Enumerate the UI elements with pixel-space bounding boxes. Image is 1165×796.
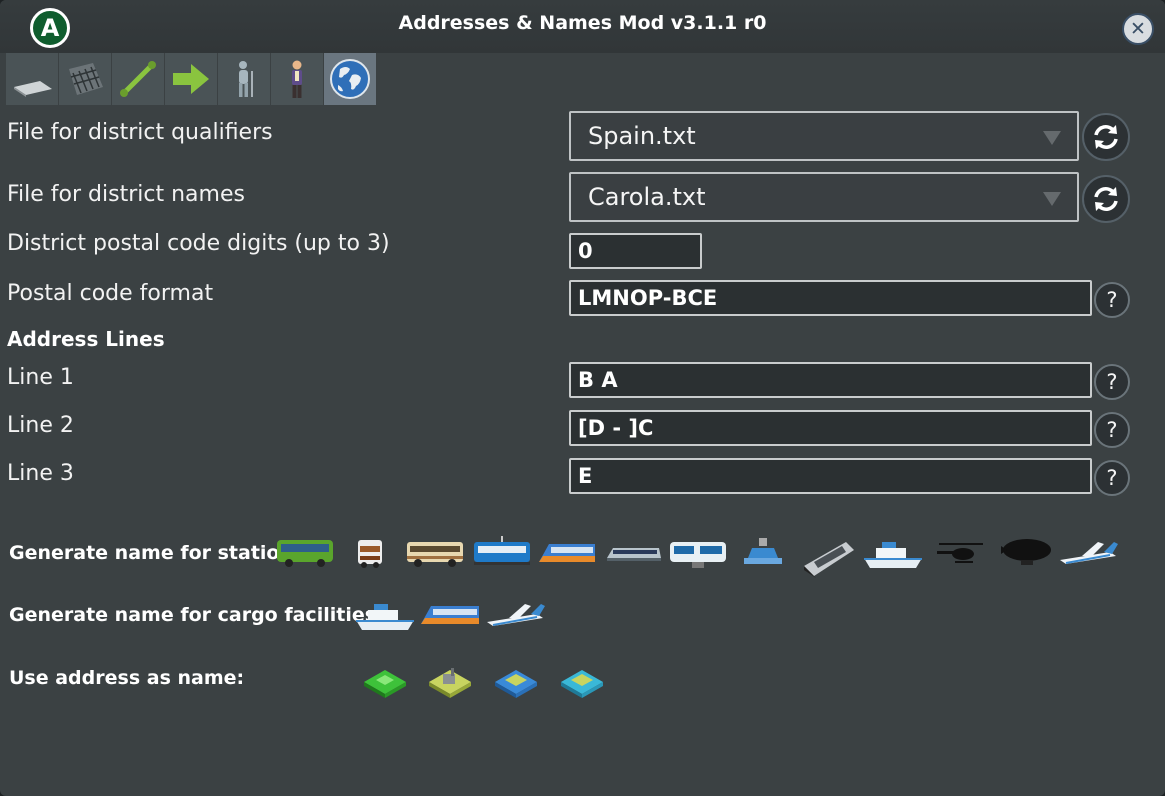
mod-options-window: A Addresses & Names Mod v3.1.1 r0 ✕ File… bbox=[0, 0, 1165, 796]
monorail-icon[interactable] bbox=[668, 536, 728, 570]
address-lines-title: Address Lines bbox=[7, 327, 165, 351]
line-3-help-button[interactable]: ? bbox=[1094, 460, 1130, 496]
chevron-down-icon bbox=[1043, 192, 1061, 206]
citizen-tab-icon bbox=[239, 61, 253, 97]
refresh-names-button[interactable] bbox=[1082, 175, 1130, 223]
blimp-icon[interactable] bbox=[997, 536, 1055, 570]
district-names-dropdown[interactable]: Carola.txt bbox=[569, 172, 1079, 222]
postal-digits-label: District postal code digits (up to 3) bbox=[7, 231, 390, 256]
line-2-input[interactable]: [D - ]C bbox=[569, 410, 1092, 446]
cargo-icon-row bbox=[0, 598, 1165, 638]
ferry-icon[interactable] bbox=[800, 536, 856, 580]
tab-globe[interactable] bbox=[324, 53, 376, 105]
trolleybus-icon[interactable] bbox=[352, 536, 388, 570]
cargo-train-icon[interactable] bbox=[419, 598, 481, 632]
tab-arrows[interactable] bbox=[165, 53, 217, 105]
residential-zone-icon[interactable] bbox=[360, 662, 410, 702]
cargo-ship-icon[interactable] bbox=[354, 598, 416, 632]
segment-tab-icon bbox=[120, 61, 156, 97]
line-1-label: Line 1 bbox=[7, 365, 74, 390]
industrial-zone-icon[interactable] bbox=[425, 662, 475, 702]
postal-format-label: Postal code format bbox=[7, 281, 214, 306]
building-tab-icon bbox=[69, 63, 103, 95]
intercity-bus-icon[interactable] bbox=[405, 536, 465, 570]
line-1-input[interactable]: B A bbox=[569, 362, 1092, 398]
train-icon[interactable] bbox=[537, 536, 597, 570]
commercial-zone-icon[interactable] bbox=[491, 662, 541, 702]
cable-car-icon[interactable] bbox=[740, 536, 786, 570]
line-2-help-button[interactable]: ? bbox=[1094, 412, 1130, 448]
tab-buildings[interactable] bbox=[59, 53, 111, 105]
refresh-icon bbox=[1094, 187, 1118, 211]
help-icon: ? bbox=[1106, 288, 1118, 312]
district-qualifiers-value: Spain.txt bbox=[588, 122, 696, 150]
tab-strip bbox=[6, 53, 376, 105]
tab-citizens[interactable] bbox=[218, 53, 270, 105]
help-icon: ? bbox=[1106, 418, 1118, 442]
tram-icon[interactable] bbox=[472, 536, 532, 570]
stations-icon-row bbox=[0, 536, 1165, 578]
line-1-help-button[interactable]: ? bbox=[1094, 364, 1130, 400]
postal-format-help-button[interactable]: ? bbox=[1094, 282, 1130, 318]
line-3-input[interactable]: E bbox=[569, 458, 1092, 494]
tab-segments[interactable] bbox=[112, 53, 164, 105]
globe-tab-icon bbox=[330, 59, 370, 99]
window-title: Addresses & Names Mod v3.1.1 r0 bbox=[398, 12, 767, 34]
road-tab-icon bbox=[14, 81, 52, 97]
close-button[interactable]: ✕ bbox=[1122, 13, 1154, 45]
postal-digits-input[interactable]: 0 bbox=[569, 233, 702, 269]
arrow-tab-icon bbox=[173, 64, 209, 94]
ship-icon[interactable] bbox=[862, 536, 924, 570]
chevron-down-icon bbox=[1043, 131, 1061, 145]
bus-icon[interactable] bbox=[275, 536, 335, 570]
helicopter-icon[interactable] bbox=[933, 536, 989, 570]
help-icon: ? bbox=[1106, 370, 1118, 394]
refresh-qualifiers-button[interactable] bbox=[1082, 113, 1130, 161]
office-zone-icon[interactable] bbox=[557, 662, 607, 702]
person-tab-icon bbox=[292, 60, 302, 98]
district-qualifiers-dropdown[interactable]: Spain.txt bbox=[569, 111, 1079, 161]
close-icon: ✕ bbox=[1130, 18, 1146, 40]
district-qualifiers-label: File for district qualifiers bbox=[7, 120, 273, 145]
title-bar[interactable]: A Addresses & Names Mod v3.1.1 r0 ✕ bbox=[0, 0, 1165, 53]
help-icon: ? bbox=[1106, 466, 1118, 490]
airplane-icon[interactable] bbox=[1058, 536, 1120, 570]
district-names-label: File for district names bbox=[7, 182, 245, 207]
cargo-airplane-icon[interactable] bbox=[485, 598, 547, 632]
metro-icon[interactable] bbox=[603, 536, 663, 570]
tab-roads[interactable] bbox=[6, 53, 58, 105]
line-3-label: Line 3 bbox=[7, 461, 74, 486]
refresh-icon bbox=[1094, 125, 1118, 149]
district-names-value: Carola.txt bbox=[588, 183, 706, 211]
zones-icon-row bbox=[0, 662, 1165, 702]
line-2-label: Line 2 bbox=[7, 413, 74, 438]
tab-people[interactable] bbox=[271, 53, 323, 105]
postal-format-input[interactable]: LMNOP-BCE bbox=[569, 280, 1092, 316]
